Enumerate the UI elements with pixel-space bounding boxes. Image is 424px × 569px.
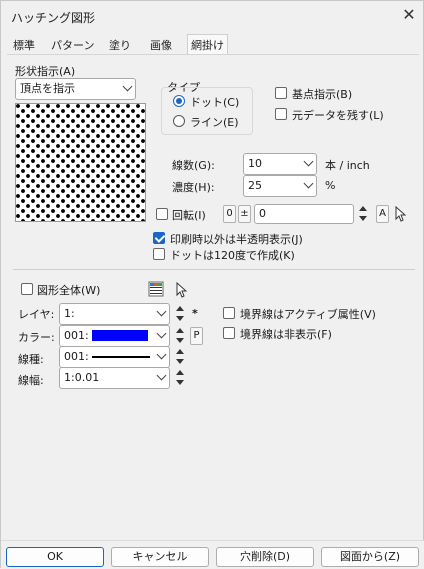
- line-count-dropdown[interactable]: 10: [243, 153, 317, 175]
- line-count-value: 10: [248, 157, 262, 170]
- color-spinner[interactable]: [175, 325, 186, 347]
- line-width-value: 1:0.01: [64, 371, 100, 384]
- rotate-label[interactable]: 回転(I): [172, 207, 206, 223]
- whole-shape-checkbox[interactable]: [21, 283, 33, 295]
- line-type-value: 001:: [64, 350, 89, 363]
- line-type-dropdown[interactable]: 001:: [59, 346, 170, 368]
- shape-dropdown-value: 頂点を指示: [20, 82, 75, 95]
- keep-original-label[interactable]: 元データを残す(L): [292, 107, 384, 123]
- dot-pattern-preview: [15, 103, 146, 222]
- layer-value: 1:: [64, 307, 75, 320]
- line-type-sample: [92, 356, 150, 358]
- border-active-checkbox[interactable]: [223, 307, 235, 319]
- line-type-spinner[interactable]: [175, 346, 186, 368]
- spin-up-icon[interactable]: [176, 349, 184, 354]
- color-value: 001:: [64, 329, 89, 342]
- border-hidden-checkbox[interactable]: [223, 327, 235, 339]
- spin-up-icon[interactable]: [176, 370, 184, 375]
- divider: [13, 269, 415, 270]
- line-type-label: 線種:: [18, 353, 44, 366]
- attribute-palette-icon[interactable]: [148, 281, 164, 297]
- rotate-a-button[interactable]: A: [376, 205, 389, 223]
- density-label: 濃度(H):: [172, 181, 215, 194]
- dot-120-checkbox[interactable]: [153, 248, 165, 260]
- chevron-down-icon: [303, 156, 314, 167]
- translucent-label[interactable]: 印刷時以外は半透明表示(J): [170, 231, 303, 247]
- cancel-button[interactable]: キャンセル: [111, 547, 209, 567]
- whole-shape-label[interactable]: 図形全体(W): [37, 282, 100, 298]
- rotate-plusminus-button[interactable]: ±: [238, 205, 251, 223]
- density-unit: %: [325, 179, 336, 192]
- radio-line[interactable]: [173, 115, 185, 127]
- rotate-angle-input[interactable]: 0: [254, 204, 354, 224]
- density-dropdown[interactable]: 25: [243, 175, 317, 197]
- spin-down-icon[interactable]: [176, 338, 184, 343]
- chevron-down-icon: [303, 178, 314, 189]
- translucent-checkbox[interactable]: [153, 232, 165, 244]
- close-icon[interactable]: ✕: [399, 5, 419, 25]
- spin-down-icon[interactable]: [176, 380, 184, 385]
- tab-divider: [7, 54, 419, 55]
- tab-pattern[interactable]: パターン: [48, 37, 97, 54]
- layer-dropdown[interactable]: 1:: [59, 303, 170, 325]
- line-width-dropdown[interactable]: 1:0.01: [59, 367, 170, 389]
- tab-fill[interactable]: 塗り: [106, 37, 134, 54]
- line-width-spinner[interactable]: [175, 367, 186, 389]
- chevron-down-icon: [156, 370, 167, 381]
- tab-screen-tone[interactable]: 網掛け: [187, 34, 228, 55]
- dialog-title: ハッチング図形: [11, 11, 96, 25]
- base-point-label[interactable]: 基点指示(B): [292, 86, 352, 102]
- shape-dropdown[interactable]: 頂点を指示: [15, 78, 136, 100]
- radio-dot[interactable]: [173, 95, 185, 107]
- rotate-angle-value: 0: [259, 207, 266, 220]
- radio-dot-label[interactable]: ドット(C): [190, 94, 239, 110]
- line-count-unit: 本 / inch: [325, 159, 370, 172]
- keep-original-checkbox[interactable]: [275, 108, 287, 120]
- base-point-checkbox[interactable]: [275, 87, 287, 99]
- spin-down-icon[interactable]: [176, 359, 184, 364]
- color-p-button[interactable]: P: [190, 327, 203, 345]
- layer-extra-button[interactable]: *: [192, 307, 198, 320]
- line-count-label: 線数(G):: [172, 159, 215, 172]
- line-width-label: 線幅:: [18, 374, 44, 387]
- radio-line-label[interactable]: ライン(E): [190, 114, 239, 130]
- from-drawing-button[interactable]: 図面から(Z): [321, 547, 419, 567]
- cursor-pointer-icon[interactable]: [393, 205, 407, 223]
- density-value: 25: [248, 179, 262, 192]
- hole-delete-button[interactable]: 穴削除(D): [216, 547, 314, 567]
- rotate-checkbox[interactable]: [156, 208, 168, 220]
- ok-button[interactable]: OK: [6, 547, 104, 567]
- chevron-down-icon: [156, 306, 167, 317]
- spin-up-icon[interactable]: [359, 206, 367, 211]
- chevron-down-icon: [122, 81, 133, 92]
- spin-down-icon[interactable]: [359, 216, 367, 221]
- border-hidden-label[interactable]: 境界線は非表示(F): [240, 326, 332, 342]
- layer-spinner[interactable]: [175, 303, 186, 325]
- spin-up-icon[interactable]: [176, 328, 184, 333]
- tab-standard[interactable]: 標準: [10, 37, 38, 54]
- shape-label: 形状指示(A): [15, 65, 76, 78]
- rotate-spinner[interactable]: [358, 203, 369, 225]
- chevron-down-icon: [156, 349, 167, 360]
- tab-image[interactable]: 画像: [147, 37, 175, 54]
- chevron-down-icon: [156, 328, 167, 339]
- dot-120-label[interactable]: ドットは120度で作成(K): [170, 247, 295, 263]
- spin-down-icon[interactable]: [176, 316, 184, 321]
- border-active-label[interactable]: 境界線はアクティブ属性(V): [240, 306, 376, 322]
- color-swatch: [92, 330, 148, 341]
- rotate-zero-button[interactable]: 0: [223, 205, 236, 223]
- spin-up-icon[interactable]: [176, 306, 184, 311]
- color-label: カラー:: [18, 331, 55, 344]
- cursor-pointer-icon[interactable]: [174, 281, 188, 299]
- hatching-dialog: ハッチング図形 ✕ 標準 パターン 塗り 画像 網掛け 形状指示(A) 頂点を指…: [0, 0, 424, 569]
- color-dropdown[interactable]: 001:: [59, 325, 170, 347]
- layer-label: レイヤ:: [18, 308, 55, 321]
